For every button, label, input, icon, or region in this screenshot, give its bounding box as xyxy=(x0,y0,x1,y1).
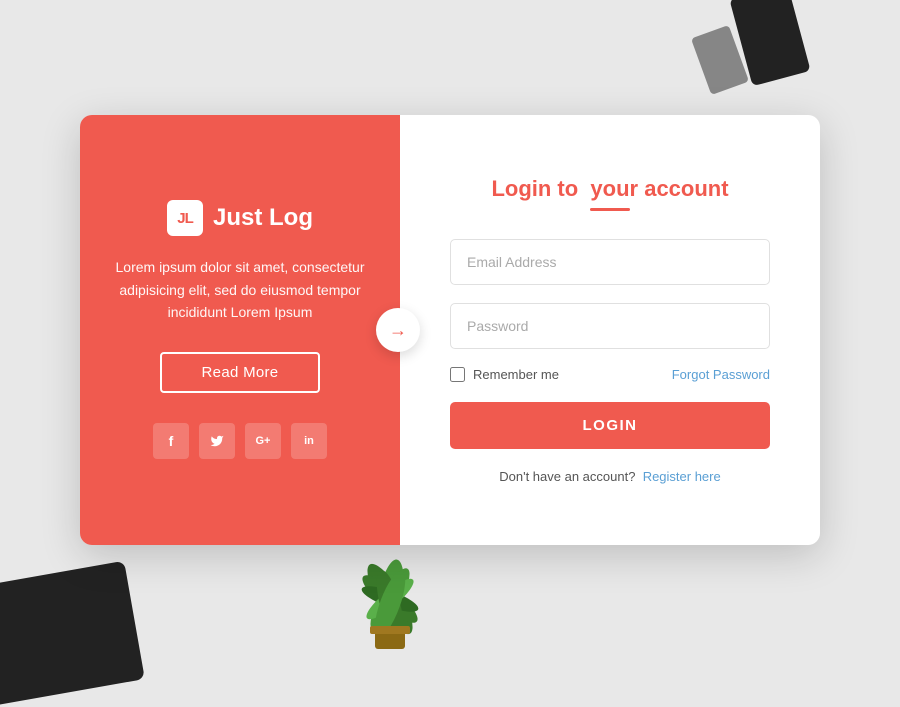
linkedin-icon[interactable]: in xyxy=(291,423,327,459)
remember-me-checkbox[interactable] xyxy=(450,367,465,382)
bg-black-bottom-left xyxy=(0,561,145,707)
bg-tablet-top-right xyxy=(729,0,810,86)
password-input[interactable] xyxy=(450,303,770,349)
login-card: JL Just Log Lorem ipsum dolor sit amet, … xyxy=(80,115,820,545)
forgot-password-link[interactable]: Forgot Password xyxy=(672,367,770,382)
register-text: Don't have an account? Register here xyxy=(499,469,720,484)
arrow-icon: → xyxy=(389,321,407,339)
no-account-text: Don't have an account? xyxy=(499,469,635,484)
facebook-icon[interactable]: f xyxy=(153,423,189,459)
email-form-group xyxy=(450,239,770,285)
login-button[interactable]: LOGIN xyxy=(450,402,770,449)
read-more-button[interactable]: Read More xyxy=(160,352,321,393)
logo-area: JL Just Log xyxy=(167,200,313,236)
login-title: Login to your account xyxy=(491,176,728,202)
title-underline xyxy=(590,208,630,211)
right-panel: Login to your account Remember me Forgot… xyxy=(400,115,820,545)
left-panel: JL Just Log Lorem ipsum dolor sit amet, … xyxy=(80,115,400,545)
google-plus-icon[interactable]: G+ xyxy=(245,423,281,459)
arrow-button[interactable]: → xyxy=(376,308,420,352)
form-options: Remember me Forgot Password xyxy=(450,367,770,382)
login-title-plain: Login to xyxy=(491,176,578,201)
bg-tablet-top-left xyxy=(691,25,749,95)
left-description: Lorem ipsum dolor sit amet, consectetur … xyxy=(110,256,370,323)
remember-me-label[interactable]: Remember me xyxy=(450,367,559,382)
login-title-accent: your account xyxy=(590,176,728,201)
register-link[interactable]: Register here xyxy=(643,469,721,484)
email-input[interactable] xyxy=(450,239,770,285)
remember-me-text: Remember me xyxy=(473,367,559,382)
password-form-group xyxy=(450,303,770,349)
logo-icon: JL xyxy=(167,200,203,236)
social-icons-group: f G+ in xyxy=(153,423,327,459)
logo-label: Just Log xyxy=(213,204,313,232)
twitter-icon[interactable] xyxy=(199,423,235,459)
